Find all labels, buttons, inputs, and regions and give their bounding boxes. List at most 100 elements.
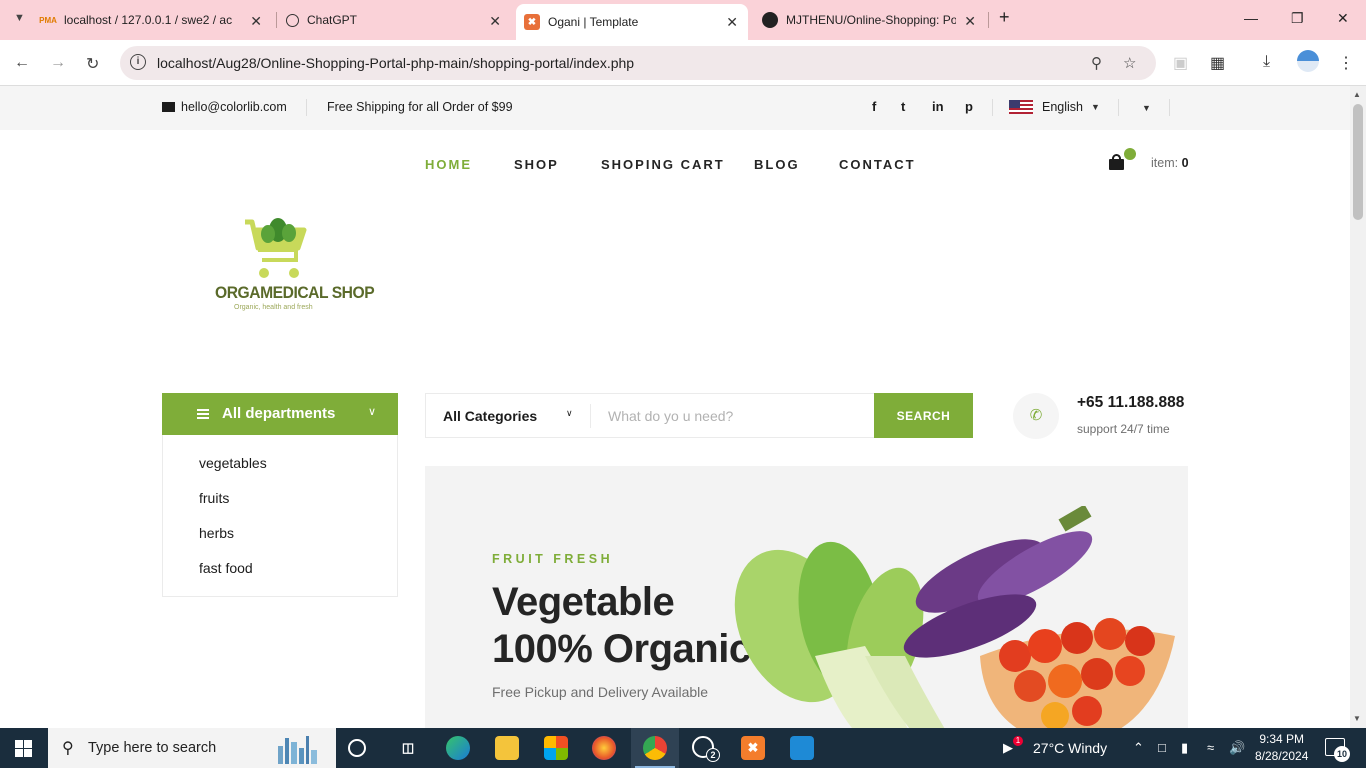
- wifi-icon[interactable]: ≈: [1207, 740, 1214, 755]
- tab-title: Ogani | Template: [548, 15, 639, 29]
- zoom-icon[interactable]: ⚲: [1091, 54, 1102, 72]
- notification-badge: 10: [1334, 746, 1350, 762]
- logo-brand-text: ORGAMEDICAL SHOP: [215, 283, 375, 302]
- logo-tagline: Organic, health and fresh: [234, 304, 313, 311]
- url-text[interactable]: localhost/Aug28/Online-Shopping-Portal-p…: [157, 55, 634, 71]
- chevron-up-icon[interactable]: ⌃: [1133, 740, 1144, 756]
- volume-icon[interactable]: 🔊: [1229, 740, 1245, 756]
- divider: [590, 404, 591, 428]
- divider: [992, 99, 993, 116]
- cart-label: item:: [1151, 156, 1179, 170]
- nav-shop[interactable]: SHOP: [514, 157, 559, 172]
- tab-ogani-template[interactable]: ✖ Ogani | Template ✕: [516, 4, 748, 40]
- close-tab-icon[interactable]: ✕: [964, 13, 976, 30]
- all-departments-button[interactable]: All departments ∨: [162, 393, 398, 435]
- back-icon[interactable]: ←: [14, 54, 30, 72]
- microsoft-store-icon[interactable]: [544, 736, 568, 760]
- meet-now-icon[interactable]: □: [1158, 740, 1166, 755]
- hero-eyebrow: FRUIT FRESH: [492, 552, 614, 566]
- cart-count: 0: [1181, 156, 1189, 170]
- nav-blog[interactable]: BLOG: [754, 157, 800, 172]
- facebook-icon[interactable]: f: [872, 99, 876, 114]
- tab-divider: [988, 12, 989, 28]
- phpmyadmin-icon: PMA: [39, 15, 57, 25]
- phone-number: +65 11.188.888: [1077, 394, 1185, 411]
- tab-title: localhost / 127.0.0.1 / swe2 / ac: [64, 13, 233, 27]
- scroll-up-icon[interactable]: ▲: [1353, 90, 1361, 99]
- windows-start-icon[interactable]: [15, 740, 32, 757]
- chevron-down-icon[interactable]: ∨: [566, 408, 573, 419]
- minimize-icon[interactable]: —: [1244, 10, 1258, 26]
- header-top-bar: hello@colorlib.com Free Shipping for all…: [0, 86, 1350, 130]
- site-info-icon[interactable]: i: [130, 54, 146, 70]
- linkedin-icon[interactable]: in: [932, 99, 944, 114]
- taskbar-search[interactable]: ⚲ Type here to search: [48, 728, 336, 768]
- us-flag-icon: [1009, 100, 1033, 114]
- nav-home[interactable]: HOME: [425, 157, 472, 172]
- nav-contact[interactable]: CONTACT: [839, 157, 916, 172]
- browser-menu-icon[interactable]: ⋮: [1338, 53, 1354, 73]
- department-item-herbs[interactable]: herbs: [199, 525, 234, 541]
- windows-taskbar: ⚲ Type here to search ◫ 2 ✖ ▶ 1 27°C Win…: [0, 728, 1366, 768]
- nav-shopping-cart[interactable]: SHOPING CART: [601, 157, 725, 172]
- profile-avatar[interactable]: [1297, 50, 1319, 72]
- file-explorer-icon[interactable]: [495, 736, 519, 760]
- hero-banner: FRUIT FRESH Vegetable 100% Organic Free …: [425, 466, 1188, 728]
- site-logo[interactable]: ORGAMEDICAL SHOP Organic, health and fre…: [212, 216, 375, 316]
- new-tab-icon[interactable]: +: [999, 7, 1010, 28]
- language-selector[interactable]: English ▼: [1009, 100, 1100, 114]
- vscode-icon[interactable]: [790, 736, 814, 760]
- restore-icon[interactable]: ❐: [1291, 10, 1304, 27]
- task-view-icon[interactable]: ◫: [396, 736, 420, 760]
- chatgpt-icon: [286, 13, 299, 27]
- address-bar[interactable]: i localhost/Aug28/Online-Shopping-Portal…: [120, 46, 1156, 80]
- taskbar-search-text: Type here to search: [88, 740, 217, 756]
- chevron-down-icon: ∨: [368, 406, 377, 418]
- scroll-down-icon[interactable]: ▼: [1353, 714, 1361, 723]
- department-item-fruits[interactable]: fruits: [199, 490, 229, 506]
- reload-icon[interactable]: ↻: [86, 54, 99, 74]
- close-tab-icon[interactable]: ✕: [489, 13, 501, 30]
- browser-toolbar: ← → ↻ i localhost/Aug28/Online-Shopping-…: [0, 40, 1366, 86]
- tab-chatgpt[interactable]: ChatGPT ✕: [279, 0, 511, 40]
- page-scrollbar[interactable]: ▲ ▼: [1350, 86, 1366, 728]
- support-text: support 24/7 time: [1077, 422, 1170, 436]
- search-button[interactable]: SEARCH: [874, 393, 973, 438]
- whatsapp-badge: 2: [706, 748, 720, 762]
- edge-icon[interactable]: [446, 736, 470, 760]
- close-tab-icon[interactable]: ✕: [726, 14, 738, 31]
- twitter-icon[interactable]: t: [901, 99, 905, 114]
- network-alert-icon[interactable]: ▶: [1003, 740, 1013, 756]
- search-input[interactable]: [592, 394, 872, 437]
- category-select[interactable]: All Categories: [443, 408, 537, 424]
- tab-phpmyadmin[interactable]: PMA localhost / 127.0.0.1 / swe2 / ac ✕: [39, 0, 272, 40]
- tab-list-chevron-icon[interactable]: ▼: [14, 12, 25, 24]
- close-window-icon[interactable]: ✕: [1337, 10, 1349, 27]
- bag-body: [1109, 159, 1124, 170]
- whatsapp-icon[interactable]: 2: [692, 736, 720, 762]
- shopping-bag-icon[interactable]: [1108, 148, 1136, 170]
- bookmark-star-icon[interactable]: ☆: [1123, 54, 1136, 72]
- login-dropdown-chevron-icon[interactable]: ▼: [1142, 103, 1151, 113]
- firefox-icon[interactable]: [592, 736, 616, 760]
- weather-widget[interactable]: 27°C Windy: [1033, 740, 1107, 756]
- chrome-icon[interactable]: [643, 736, 667, 760]
- download-icon[interactable]: ⤓: [1263, 53, 1270, 71]
- battery-icon[interactable]: ▮: [1181, 740, 1188, 756]
- department-item-vegetables[interactable]: vegetables: [199, 455, 267, 471]
- search-icon: ⚲: [62, 740, 74, 757]
- tab-github[interactable]: MJTHENU/Online-Shopping: Po ✕: [752, 0, 986, 40]
- forward-icon[interactable]: →: [50, 54, 66, 72]
- pinterest-icon[interactable]: p: [965, 99, 973, 114]
- shipping-notice: Free Shipping for all Order of $99: [327, 100, 513, 114]
- system-clock[interactable]: 9:34 PM 8/28/2024: [1255, 731, 1308, 765]
- extensions-puzzle-icon[interactable]: ▦: [1210, 53, 1225, 73]
- cart-badge: [1124, 148, 1136, 160]
- tab-divider: [276, 12, 277, 28]
- xampp-icon[interactable]: ✖: [741, 736, 765, 760]
- department-item-fast-food[interactable]: fast food: [199, 560, 253, 576]
- cortana-icon[interactable]: [348, 739, 366, 757]
- scrollbar-thumb[interactable]: [1353, 104, 1363, 220]
- close-tab-icon[interactable]: ✕: [250, 13, 262, 30]
- extension-blank-icon[interactable]: ▣: [1173, 53, 1188, 73]
